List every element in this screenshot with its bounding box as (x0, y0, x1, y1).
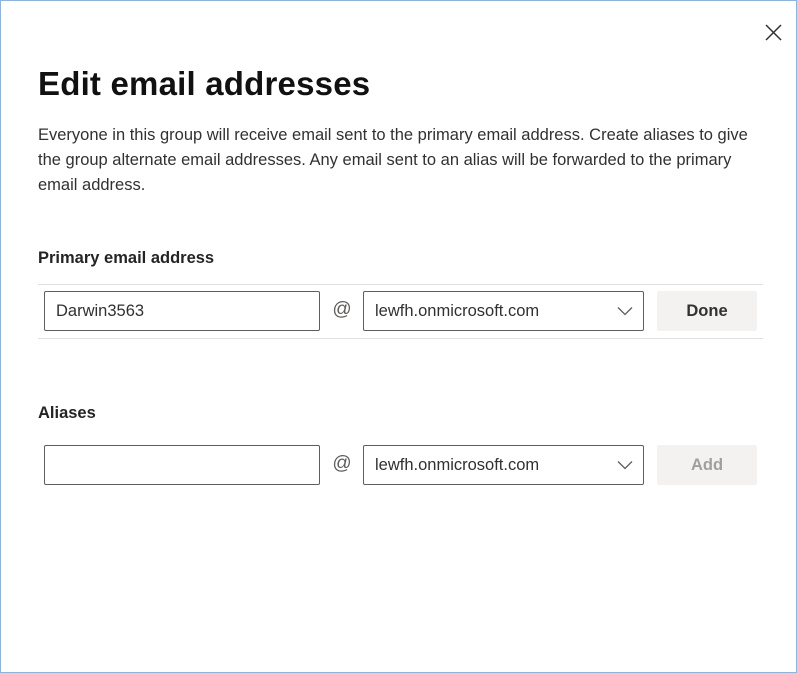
close-button[interactable] (761, 20, 785, 44)
primary-username-input[interactable] (45, 292, 319, 330)
edit-email-dialog: Edit email addresses Everyone in this gr… (0, 0, 797, 673)
chevron-down-icon (617, 307, 633, 316)
primary-bottom-divider (38, 338, 763, 339)
primary-at-symbol: @ (332, 299, 352, 320)
aliases-label: Aliases (38, 404, 96, 422)
chevron-down-icon (617, 461, 633, 470)
primary-top-divider (38, 284, 763, 285)
dialog-title: Edit email addresses (38, 65, 371, 102)
done-button[interactable]: Done (657, 291, 757, 331)
primary-username-field[interactable] (44, 291, 320, 331)
alias-at-symbol: @ (332, 453, 352, 474)
alias-username-input[interactable] (45, 446, 319, 484)
alias-domain-value: lewfh.onmicrosoft.com (375, 455, 540, 474)
primary-email-label: Primary email address (38, 249, 215, 267)
dialog-description: Everyone in this group will receive emai… (38, 126, 748, 194)
alias-domain-dropdown[interactable]: lewfh.onmicrosoft.com (363, 445, 644, 485)
alias-username-field[interactable] (44, 445, 320, 485)
close-icon (764, 23, 782, 41)
add-alias-button[interactable]: Add (657, 445, 757, 485)
primary-domain-dropdown[interactable]: lewfh.onmicrosoft.com (363, 291, 644, 331)
primary-domain-value: lewfh.onmicrosoft.com (375, 301, 540, 320)
